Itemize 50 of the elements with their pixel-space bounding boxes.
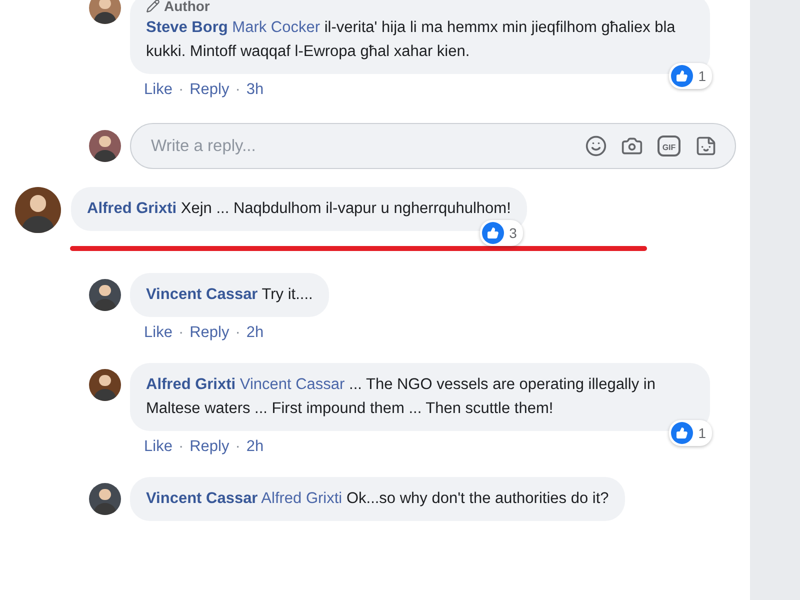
author-link[interactable]: Vincent Cassar (146, 490, 258, 507)
pencil-icon (146, 0, 160, 13)
like-count: 1 (698, 425, 706, 441)
reaction-count[interactable]: 1 (669, 420, 712, 446)
author-label: Author (164, 0, 210, 14)
like-count: 1 (698, 68, 706, 84)
reply-field[interactable]: Write a reply... GIF (130, 123, 736, 169)
camera-icon[interactable] (621, 135, 643, 157)
sticker-icon[interactable] (695, 135, 717, 157)
action-link[interactable]: Reply (190, 79, 230, 101)
timestamp: 2h (246, 437, 264, 457)
comment-text: Alfred Grixti Vincent Cassar ... The NGO vessels are operating illegally in Maltese waters ... First impound them ... Then scuttle them! (146, 375, 656, 419)
action-link[interactable]: Reply (190, 322, 230, 344)
like-reaction-icon (671, 65, 694, 87)
separator: · (178, 80, 184, 100)
mention-link[interactable]: Alfred Grixti (261, 490, 342, 507)
like-reaction-icon (482, 222, 504, 244)
timestamp: 2h (246, 323, 264, 343)
comment-text: Steve Borg Mark Cocker il-verita' hija li ma hemmx min jieqfilhom għaliex bla kukki. Mintoff waqqaf l-Ewropa għal xahar kien. (146, 18, 676, 62)
author-link[interactable]: Vincent Cassar (146, 286, 258, 303)
comment-text: Vincent Cassar Alfred Grixti Ok...so why don't the authorities do it? (146, 489, 609, 509)
action-link[interactable]: Like (144, 436, 172, 458)
separator: · (178, 323, 184, 343)
like-reaction-icon (671, 422, 694, 444)
separator: · (235, 323, 240, 343)
avatar[interactable] (15, 187, 61, 233)
gif-icon[interactable]: GIF (657, 135, 681, 157)
avatar[interactable] (89, 279, 121, 311)
action-link[interactable]: Like (144, 322, 172, 344)
avatar[interactable] (89, 130, 121, 162)
comment-text: Alfred Grixti Xejn ... Naqbdulhom il-vapur u ngherrquhulhom! (87, 199, 511, 219)
mention-link[interactable]: Vincent Cassar (240, 376, 345, 393)
avatar[interactable] (89, 369, 121, 401)
reaction-count[interactable]: 3 (480, 220, 523, 246)
like-count: 3 (509, 225, 517, 241)
separator: · (235, 80, 240, 100)
author-link[interactable]: Alfred Grixti (146, 376, 236, 393)
author-link[interactable]: Alfred Grixti (87, 200, 177, 217)
separator: · (235, 437, 240, 457)
reaction-count[interactable]: 1 (669, 63, 712, 89)
author-link[interactable]: Steve Borg (146, 19, 228, 36)
emoji-icon[interactable] (585, 135, 607, 157)
timestamp: 3h (246, 80, 264, 100)
action-link[interactable]: Reply (190, 436, 230, 458)
avatar[interactable] (89, 0, 121, 24)
avatar[interactable] (89, 483, 121, 515)
mention-link[interactable]: Mark Cocker (232, 19, 320, 36)
separator: · (178, 437, 184, 457)
action-link[interactable]: Like (144, 79, 172, 101)
comment-text: Vincent Cassar Try it.... (146, 285, 313, 305)
